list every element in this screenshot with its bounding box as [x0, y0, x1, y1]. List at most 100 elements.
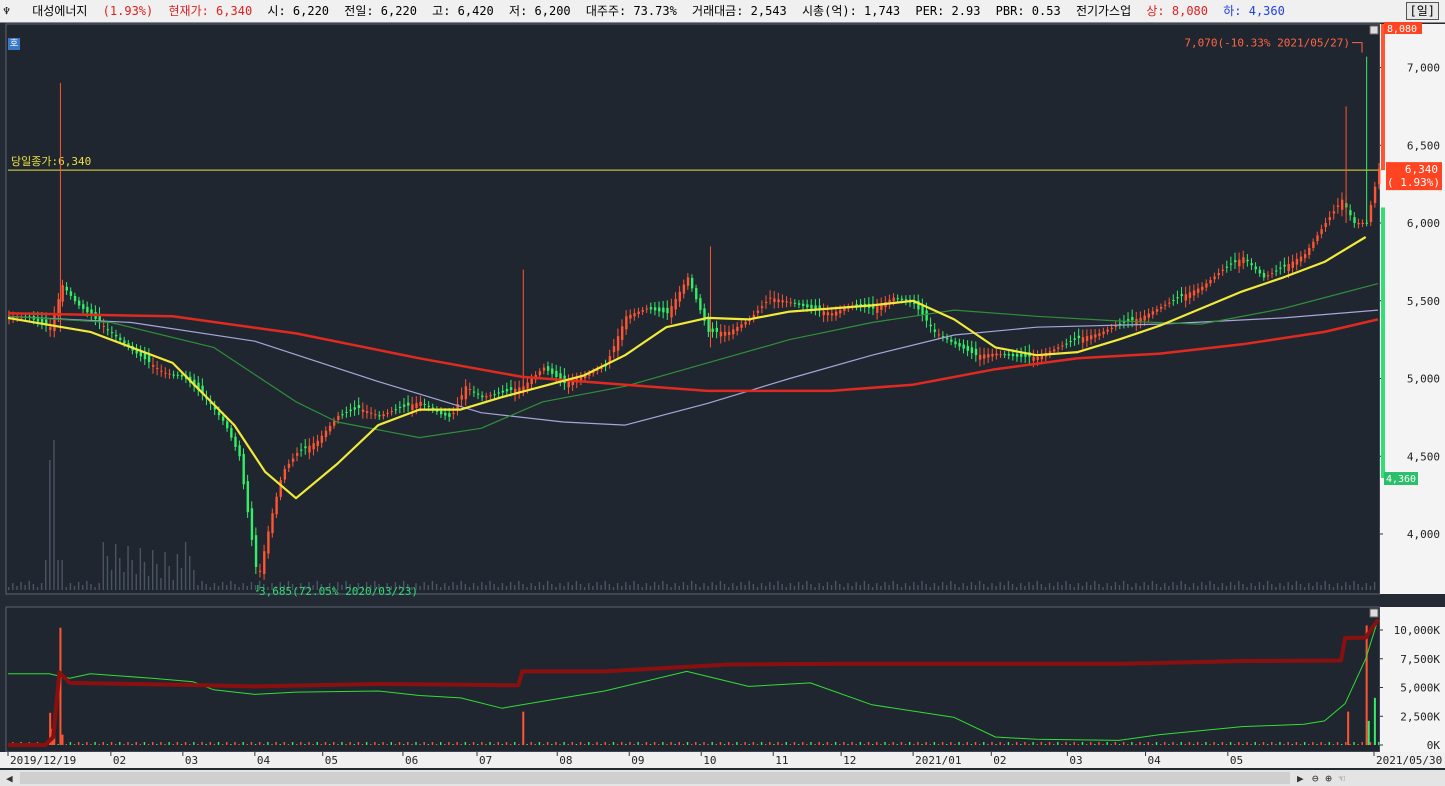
- volume-bar: [1032, 742, 1034, 745]
- candle-body: [810, 304, 813, 309]
- volume-bar: [941, 742, 944, 745]
- price-panel-volume-bar: [892, 581, 894, 590]
- price-panel-volume-bar: [941, 582, 944, 590]
- candle-body: [1102, 331, 1105, 335]
- price-panel-volume-bar: [94, 587, 96, 590]
- candle-body: [452, 412, 455, 414]
- candle-body: [119, 337, 122, 340]
- volume-bar: [1127, 744, 1129, 745]
- price-panel-volume-bar: [933, 583, 936, 590]
- candle-body: [1213, 276, 1216, 280]
- volume-bar: [423, 742, 425, 745]
- candle-body: [1201, 286, 1204, 291]
- price-panel-volume-bar: [719, 581, 722, 590]
- candle-body: [102, 325, 106, 327]
- volume-bar: [1369, 742, 1372, 745]
- volume-bar: [1196, 742, 1199, 745]
- price-panel-volume-bar: [1332, 587, 1335, 590]
- volume-bar: [859, 742, 862, 745]
- volume-bar: [917, 742, 919, 745]
- volume-bar: [1378, 742, 1380, 745]
- volume-bar: [1283, 744, 1285, 745]
- volume-bar: [468, 744, 471, 745]
- price-panel-volume-bar: [481, 582, 483, 590]
- volume-bar: [538, 742, 541, 745]
- candle-body: [1209, 279, 1212, 284]
- price-panel-volume-bar: [514, 585, 516, 590]
- price-tick-label: 5,500: [1407, 295, 1440, 308]
- candle-body: [73, 295, 77, 302]
- candle-body: [180, 374, 184, 377]
- volume-bar: [559, 744, 561, 745]
- candle-body: [789, 302, 793, 304]
- candle-body: [316, 440, 319, 447]
- price-panel-volume-bar: [1238, 581, 1240, 590]
- price-panel-volume-bar: [579, 584, 582, 590]
- price-panel-volume-bar: [1114, 582, 1117, 590]
- candle-body: [530, 378, 533, 385]
- x-axis-label: 05: [1230, 754, 1243, 767]
- volume-bar: [1287, 742, 1289, 745]
- candle-body: [1361, 223, 1364, 224]
- price-panel-volume-bar: [884, 582, 886, 590]
- price-panel-volume-bar: [110, 570, 113, 590]
- price-panel-volume-bar: [143, 562, 146, 590]
- price-panel-volume-bar: [921, 581, 923, 590]
- candle-body: [653, 307, 657, 311]
- volume-bar: [933, 742, 936, 745]
- volume-bar: [641, 744, 643, 745]
- price-panel-volume-bar: [962, 583, 964, 590]
- volume-bar: [86, 742, 88, 745]
- price-panel-volume-bar: [567, 582, 569, 590]
- price-panel-volume-bar: [1180, 581, 1182, 590]
- price-panel-volume-bar: [197, 585, 199, 590]
- candle-body: [481, 395, 484, 398]
- price-tick-label: 4,500: [1407, 450, 1440, 463]
- candle-body: [1250, 263, 1253, 266]
- period-selector[interactable]: [일]: [1405, 2, 1439, 20]
- volume-bar: [1011, 744, 1014, 745]
- candle-body: [365, 411, 369, 413]
- volume-bar: [82, 744, 84, 745]
- volume-bar: [740, 744, 742, 745]
- x-axis-label: 04: [1148, 754, 1162, 767]
- price-panel-volume-bar: [1073, 587, 1075, 590]
- candle-body: [468, 388, 472, 390]
- candle-body: [398, 406, 402, 409]
- candle-body: [423, 404, 426, 406]
- candle-body: [279, 480, 282, 497]
- volume-bar: [209, 742, 211, 745]
- volume-spike-bar: [1367, 720, 1370, 745]
- zoom-toggle-button[interactable]: 호: [8, 38, 20, 50]
- price-panel-volume-bar: [522, 584, 524, 590]
- candle-body: [164, 372, 167, 374]
- price-panel-volume-bar: [1201, 582, 1203, 590]
- candle-body: [974, 348, 978, 356]
- quote-header: ♆ 대성에너지 (1.93%) 현재가: 6,340 시: 6,220 전일: …: [0, 0, 1445, 23]
- price-panel-volume-bar: [28, 581, 30, 590]
- prev-close: 전일: 6,220: [344, 4, 417, 18]
- price-panel-volume-bar: [793, 586, 796, 590]
- volume-bar: [682, 744, 685, 745]
- volume-bar: [908, 742, 911, 745]
- volume-bar: [444, 744, 446, 745]
- stock-name[interactable]: 대성에너지: [32, 0, 87, 22]
- volume-bar: [699, 744, 701, 745]
- price-panel-volume-bar: [913, 582, 915, 590]
- candle-body: [1164, 304, 1167, 306]
- price-panel-volume-bar: [806, 581, 808, 590]
- candle-body: [711, 328, 714, 332]
- price-panel-volume-bar: [1102, 587, 1104, 590]
- volume-bar: [1324, 744, 1326, 745]
- price-panel-volume-bar: [1287, 582, 1289, 590]
- price-panel-volume-bar: [201, 581, 203, 590]
- volume-bar: [1357, 744, 1359, 745]
- price-chart[interactable]: ◀ ▶ ⊖ ⊕ ☜ 7,000 6,500 6,000 5,500 5,000 4,500 4,0…: [0, 22, 1445, 786]
- volume-bar: [328, 744, 331, 745]
- price-panel-volume-bar: [254, 585, 257, 590]
- volume-bar: [263, 744, 265, 745]
- candle-body: [546, 366, 550, 371]
- volume-bar: [1052, 744, 1055, 745]
- price-panel-volume-bar: [645, 583, 648, 590]
- volume-bar: [876, 742, 878, 745]
